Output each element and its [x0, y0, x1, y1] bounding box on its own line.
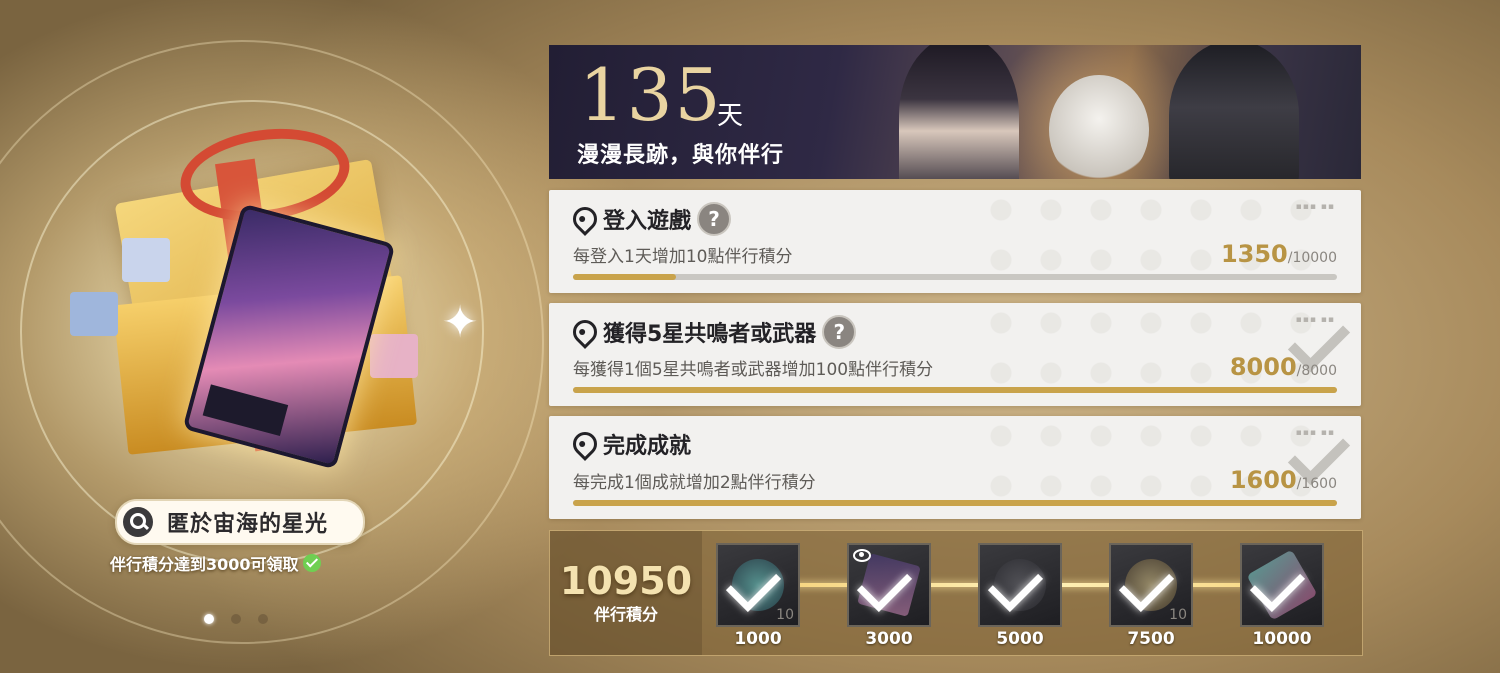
help-icon[interactable]: ?: [822, 315, 857, 349]
milestone-reward[interactable]: 3000: [847, 543, 931, 649]
reward-name: 匿於宙海的星光: [167, 512, 329, 537]
location-pin-icon: [568, 202, 602, 236]
task-card-achievements: ▪▪▪ ▪▪ 完成成就 每完成1個成就增加2點伴行積分 1600/1600: [549, 416, 1361, 519]
carousel-pager: [204, 614, 268, 624]
mini-gift-icon: [122, 238, 170, 282]
character-illustration: [1169, 45, 1299, 179]
milestone-threshold: 1000: [734, 629, 782, 649]
days-unit: 天: [717, 101, 744, 131]
days-banner: 135 天 漫漫長跡，與你伴行: [549, 45, 1361, 179]
reward-quantity: 10: [1169, 607, 1187, 623]
gift-box-illustration: [60, 118, 440, 480]
milestone-reward[interactable]: 10 1000: [716, 543, 800, 649]
pager-dot[interactable]: [231, 614, 241, 624]
reward-showcase: ✦ 匿於宙海的星光 伴行積分達到3000可領取: [0, 0, 520, 673]
milestone-reward[interactable]: 5000: [978, 543, 1062, 649]
mini-gift-icon: [370, 334, 418, 378]
task-description: 每獲得1個5星共鳴者或武器增加100點伴行積分: [573, 360, 934, 380]
banner-subtitle: 漫漫長跡，與你伴行: [577, 143, 785, 168]
sparkle-icon: ✦: [441, 297, 479, 348]
milestone-threshold: 7500: [1127, 629, 1175, 649]
progress-bar: [573, 274, 1337, 280]
days-count: 135: [579, 53, 723, 137]
reward-quantity: 10: [776, 607, 794, 623]
reward-name-pill[interactable]: 匿於宙海的星光: [115, 499, 365, 545]
task-description: 每登入1天增加10點伴行積分: [573, 247, 793, 267]
character-illustration: [899, 45, 1019, 179]
progress-current: 1600: [1229, 466, 1297, 494]
reward-tile[interactable]: [847, 543, 931, 627]
task-description: 每完成1個成就增加2點伴行積分: [573, 473, 816, 493]
reward-tile[interactable]: [1240, 543, 1324, 627]
progress-target: /8000: [1296, 363, 1337, 379]
progress-bar-fill: [573, 274, 677, 280]
progress-current: 8000: [1229, 353, 1297, 381]
progress-target: /10000: [1287, 250, 1337, 266]
task-title-text: 獲得5星共鳴者或武器: [603, 322, 817, 347]
task-progress: 8000/8000: [1230, 353, 1337, 381]
task-title-text: 登入遊戲: [603, 209, 692, 234]
task-card-obtain-5star: ▪▪▪ ▪▪ 獲得5星共鳴者或武器 ? 每獲得1個5星共鳴者或武器增加100點伴…: [549, 303, 1361, 406]
milestone-threshold: 3000: [865, 629, 913, 649]
brand-watermark: ▪▪▪ ▪▪: [1295, 202, 1335, 212]
milestone-reward[interactable]: 10000: [1240, 543, 1324, 649]
task-title: 獲得5星共鳴者或武器 ?: [568, 315, 857, 349]
reward-tile[interactable]: [978, 543, 1062, 627]
task-progress: 1350/10000: [1221, 240, 1337, 268]
location-pin-icon: [568, 315, 602, 349]
task-title: 完成成就: [568, 427, 692, 461]
milestone-threshold: 5000: [996, 629, 1044, 649]
progress-bar-fill: [573, 500, 1337, 506]
reward-condition: 伴行積分達到3000可領取: [110, 551, 370, 575]
help-icon[interactable]: ?: [697, 202, 732, 236]
progress-bar-fill: [573, 387, 1337, 393]
milestone-reward[interactable]: 10 7500: [1109, 543, 1193, 649]
progress-bar: [573, 500, 1337, 506]
total-points-value: 10950: [559, 559, 693, 603]
search-icon[interactable]: [123, 507, 153, 537]
location-pin-icon: [568, 427, 602, 461]
task-title: 登入遊戲 ?: [568, 202, 732, 236]
total-points-label: 伴行積分: [593, 605, 658, 624]
progress-target: /1600: [1296, 476, 1337, 492]
preview-eye-icon[interactable]: [853, 549, 871, 562]
reward-tile[interactable]: 10: [716, 543, 800, 627]
task-card-login: ▪▪▪ ▪▪ 登入遊戲 ? 每登入1天增加10點伴行積分 1350/10000: [549, 190, 1361, 293]
pager-dot[interactable]: [204, 614, 214, 624]
companion-creature-illustration: [1049, 75, 1149, 179]
task-title-text: 完成成就: [603, 434, 692, 459]
reward-condition-text: 伴行積分達到3000可領取: [110, 555, 299, 574]
pager-dot[interactable]: [258, 614, 268, 624]
task-progress: 1600/1600: [1230, 466, 1337, 494]
milestone-threshold: 10000: [1252, 629, 1312, 649]
milestone-rewards-strip: 10950 伴行積分 10 1000 3000 5000 10 7500 100…: [549, 530, 1363, 656]
check-circle-icon: [302, 554, 321, 572]
progress-bar: [573, 387, 1337, 393]
reward-tile[interactable]: 10: [1109, 543, 1193, 627]
mini-gift-icon: [70, 292, 118, 336]
card-label-plate: [202, 384, 289, 437]
total-points-box: 10950 伴行積分: [550, 531, 702, 655]
progress-current: 1350: [1220, 240, 1288, 268]
